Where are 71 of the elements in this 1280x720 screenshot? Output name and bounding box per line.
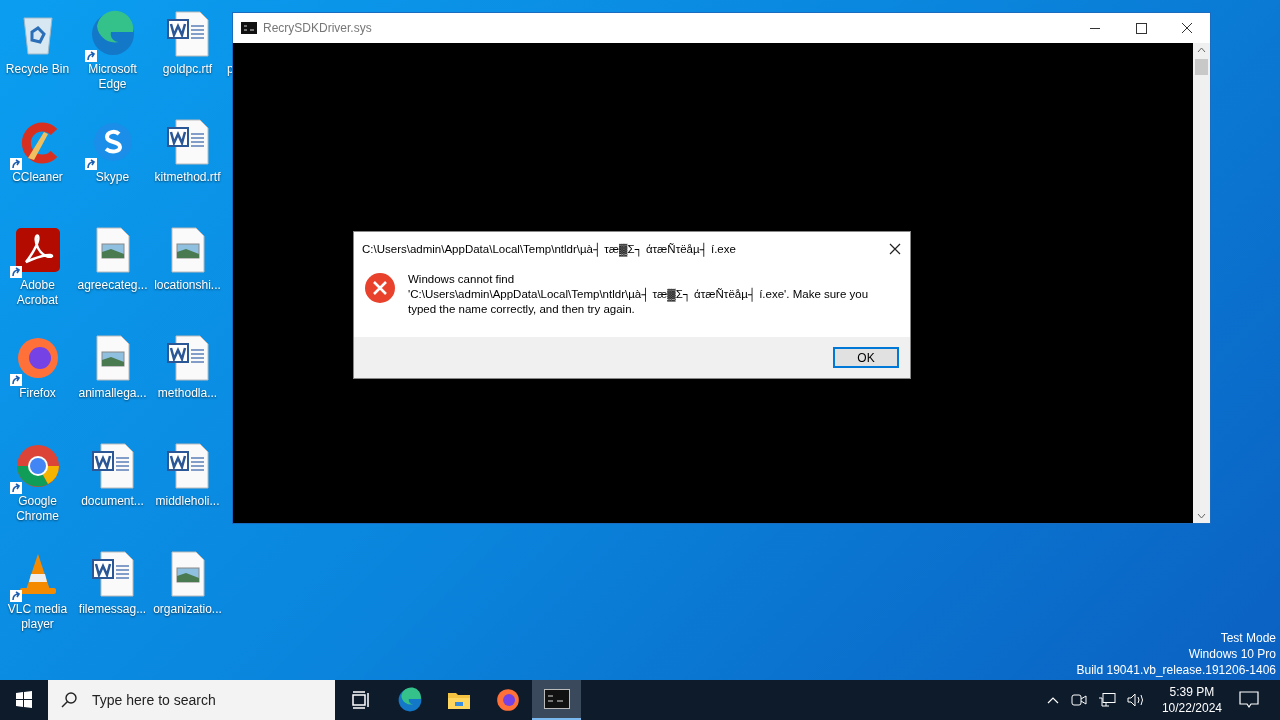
- camera-icon[interactable]: [1069, 692, 1088, 708]
- icon-label: middleholi...: [154, 494, 221, 509]
- task-view-icon: [350, 691, 371, 709]
- network-icon[interactable]: [1097, 692, 1116, 708]
- shortcut-arrow-icon: [9, 374, 22, 386]
- clock[interactable]: 5:39 PM 10/22/2024: [1155, 684, 1228, 716]
- icon-label: organizatio...: [152, 602, 223, 617]
- desktop-icon[interactable]: filemessag...: [75, 546, 150, 654]
- shortcut-arrow-icon: [9, 158, 22, 170]
- desktop-icon[interactable]: Google Chrome: [0, 438, 75, 546]
- icon-label: kitmethod.rtf: [153, 170, 222, 185]
- chevron-up-icon[interactable]: [1045, 695, 1060, 705]
- desktop-icon[interactable]: agreecateg...: [75, 222, 150, 330]
- desktop-icon[interactable]: document...: [75, 438, 150, 546]
- close-icon[interactable]: [889, 243, 901, 255]
- shortcut-arrow-icon: [84, 158, 97, 170]
- icon-label: goldpc.rtf: [161, 62, 214, 77]
- system-info-text: Build 19041.vb_release.191206-1406: [1076, 662, 1276, 678]
- desktop-icon[interactable]: methodla...: [150, 330, 225, 438]
- desktop-icon[interactable]: animallega...: [75, 330, 150, 438]
- desktop-icon[interactable]: CCleaner: [0, 114, 75, 222]
- icon-label: animallega...: [77, 386, 148, 401]
- desktop-icon[interactable]: organizatio...: [150, 546, 225, 654]
- desktop-icon[interactable]: Recycle Bin: [0, 6, 75, 114]
- system-info-text: Test Mode: [1220, 630, 1276, 646]
- pdf-app-icon: [13, 226, 62, 274]
- date-text: 10/22/2024: [1161, 700, 1222, 716]
- dialog-title: C:\Users\admin\AppData\Local\Temp\ntldr\µà┤ τæ▓Σ┐ άτæÑτëåµ┤ í.exe: [362, 243, 736, 255]
- desktop-icon[interactable]: VLC media player: [0, 546, 75, 654]
- icon-label: Recycle Bin: [4, 62, 71, 77]
- icon-label: Microsoft Edge: [87, 62, 138, 92]
- volume-icon[interactable]: [1125, 692, 1146, 708]
- error-icon: [364, 272, 396, 304]
- shortcut-arrow-icon: [9, 482, 22, 494]
- time-text: 5:39 PM: [1169, 684, 1215, 700]
- icon-label: methodla...: [156, 386, 219, 401]
- shortcut-arrow-icon: [84, 50, 97, 62]
- icon-label: Firefox: [18, 386, 57, 401]
- error-message: Windows cannot find 'C:\Users\admin\AppData\Local\Temp\ntldr\µà┤ τæ▓Σ┐ άτæÑτëåµ┤ í.exe'. Make sure you typed the name correctly, and then try again.: [408, 272, 869, 317]
- system-info-text: Windows 10 Pro: [1188, 646, 1276, 662]
- notification-icon[interactable]: [1238, 690, 1260, 710]
- ok-button[interactable]: OK: [833, 347, 899, 368]
- folder-icon: [446, 690, 471, 710]
- shortcut-arrow-icon: [9, 590, 22, 602]
- shortcut-arrow-icon: [9, 266, 22, 278]
- desktop-icon[interactable]: kitmethod.rtf: [150, 114, 225, 222]
- desktop-icon[interactable]: goldpc.rtf: [150, 6, 225, 114]
- desktop-icon[interactable]: Skype: [75, 114, 150, 222]
- console-icon: [543, 689, 570, 709]
- desktop-icon[interactable]: Microsoft Edge: [75, 6, 150, 114]
- search-icon: [60, 691, 78, 709]
- icon-label: VLC media player: [6, 602, 69, 632]
- edge-icon: [396, 687, 423, 713]
- icon-label: Skype: [94, 170, 131, 185]
- desktop-icon[interactable]: Adobe Acrobat: [0, 222, 75, 330]
- icon-label: Google Chrome: [15, 494, 60, 524]
- icon-label: locationshi...: [153, 278, 222, 293]
- icon-label: CCleaner: [11, 170, 64, 185]
- firefox-icon: [494, 687, 521, 713]
- desktop-icon[interactable]: locationshi...: [150, 222, 225, 330]
- window-title: RecrySDKDriver.sys: [263, 21, 373, 35]
- scroll-thumb[interactable]: [1195, 59, 1208, 75]
- icon-label: document...: [80, 494, 145, 509]
- desktop-icon[interactable]: Firefox: [0, 330, 75, 438]
- scrollbar[interactable]: [1193, 43, 1210, 523]
- icon-label: filemessag...: [77, 602, 148, 617]
- taskbar-app[interactable]: [532, 680, 581, 720]
- console-icon: [241, 22, 257, 34]
- icon-label: Adobe Acrobat: [15, 278, 60, 308]
- desktop-icon[interactable]: middleholi...: [150, 438, 225, 546]
- icon-label: agreecateg...: [76, 278, 149, 293]
